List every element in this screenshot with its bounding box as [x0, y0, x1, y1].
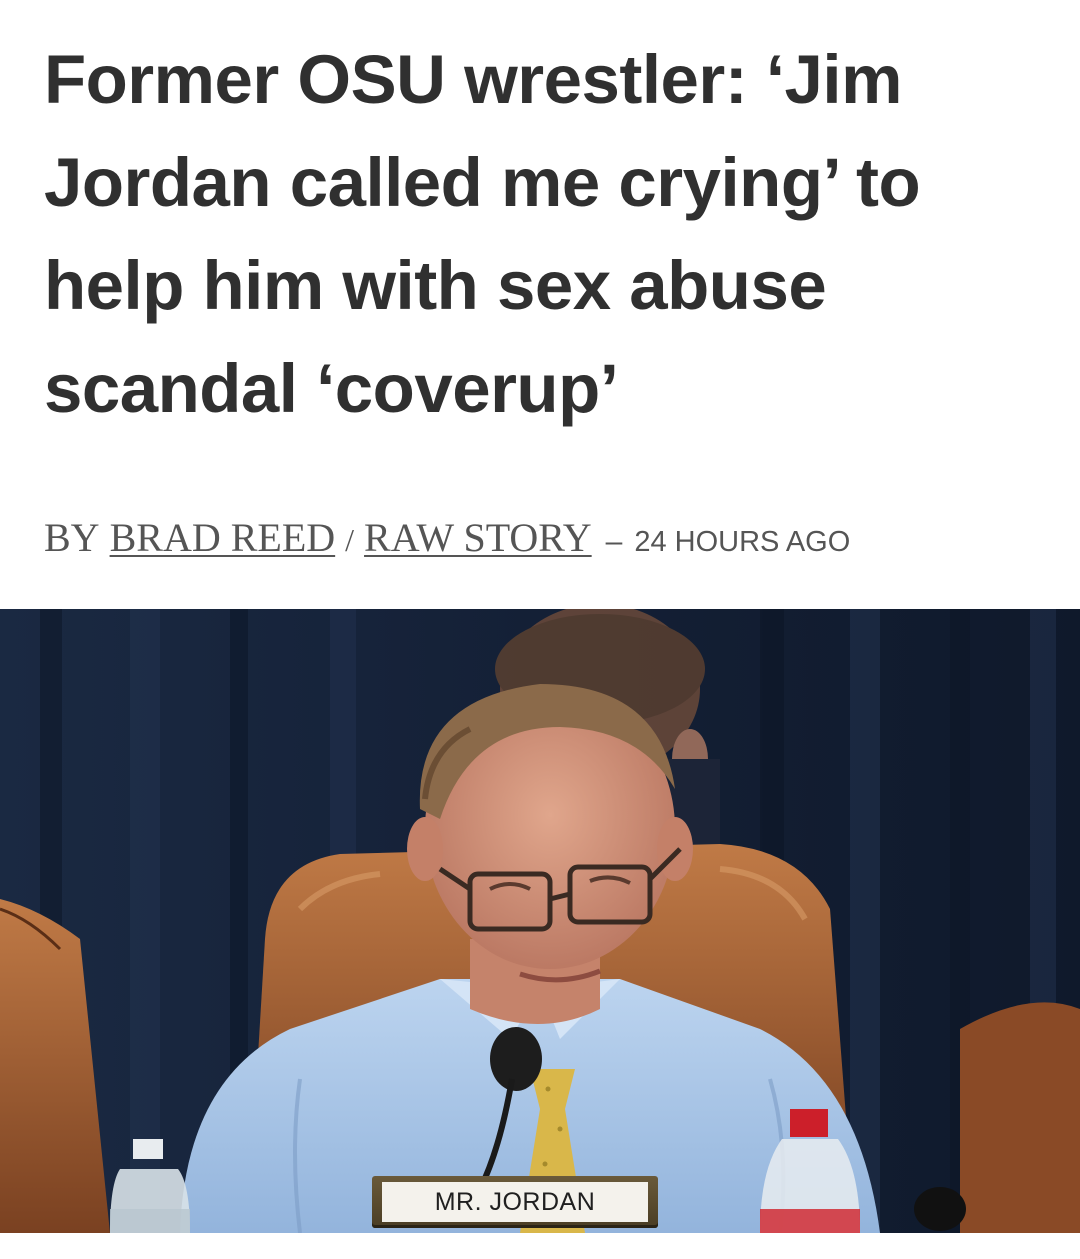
author-link[interactable]: BRAD REED	[110, 514, 336, 561]
publish-time: 24 HOURS AGO	[634, 526, 851, 558]
right-chair	[960, 1002, 1080, 1233]
article-headline: Former OSU wrestler: ‘Jim Jordan called …	[44, 41, 921, 427]
desk-object	[914, 1187, 966, 1231]
byline-prefix: BY	[44, 515, 100, 560]
byline: BY BRAD REED / RAW STORY – 24 HOURS AGO	[44, 514, 850, 570]
publication-link[interactable]: RAW STORY	[364, 514, 592, 561]
hearing-scene	[0, 609, 1080, 1233]
nameplate: MR. JORDAN	[372, 1176, 658, 1228]
byline-dash: –	[605, 525, 623, 558]
article-photo: MR. JORDAN	[0, 609, 1080, 1233]
bottom-margin	[0, 1233, 1080, 1259]
nameplate-label: MR. JORDAN	[382, 1182, 648, 1222]
byline-separator: /	[345, 522, 355, 558]
